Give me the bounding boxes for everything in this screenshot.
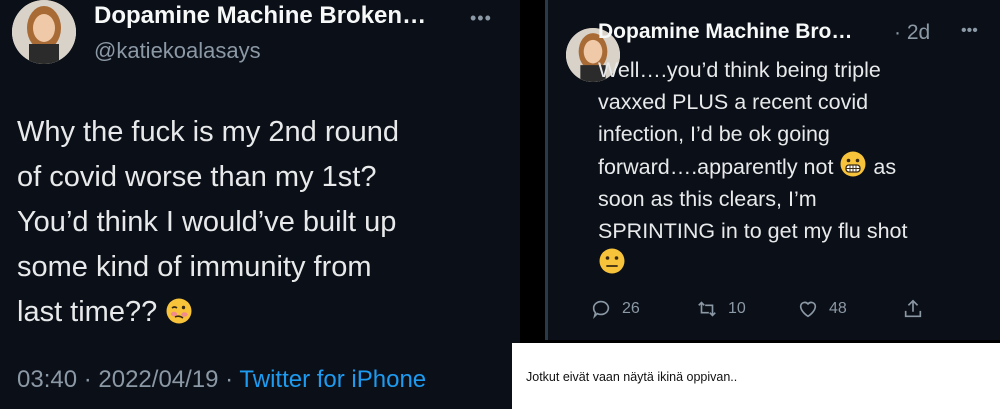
share-button[interactable] — [902, 298, 924, 320]
reply-text-line-with-emoji: forward….apparently not as — [598, 150, 978, 183]
retweet-button[interactable]: 10 — [696, 298, 746, 320]
share-icon — [904, 299, 922, 318]
timestamp[interactable]: 03:40 · 2022/04/19 · — [17, 366, 233, 393]
more-horizontal-icon[interactable]: ••• — [470, 8, 492, 29]
author-avatar[interactable] — [12, 0, 76, 64]
author-handle[interactable]: @katiekoalasays — [94, 38, 261, 64]
tweet-text: Why the fuck is my 2nd round of covid wo… — [17, 110, 507, 335]
tweet-text-line: last time?? — [17, 296, 158, 328]
tweet-text-line-last: last time?? — [17, 290, 507, 335]
retweet-count: 10 — [728, 300, 746, 317]
tweet-meta: 03:40 · 2022/04/19 · Twitter for iPhone — [17, 366, 426, 394]
caption-box: Jotkut eivät vaan näytä ikinä oppivan.. — [512, 343, 1000, 409]
like-button[interactable]: 48 — [797, 298, 847, 320]
grimacing-face-emoji — [839, 150, 867, 178]
neutral-face-emoji — [598, 247, 626, 275]
reply-icon — [592, 300, 610, 320]
reply-count: 26 — [622, 300, 640, 317]
panel-divider — [520, 0, 548, 340]
reply-button[interactable]: 26 — [590, 298, 640, 320]
source-link[interactable]: Twitter for iPhone — [239, 366, 426, 393]
reply-text-word: as — [873, 155, 897, 179]
woozy-face-emoji — [165, 294, 193, 324]
more-horizontal-icon[interactable]: ••• — [961, 22, 978, 40]
retweet-icon — [698, 301, 716, 317]
like-count: 48 — [829, 300, 847, 317]
reply-text: Well….you’d think being triple vaxxed PL… — [598, 54, 978, 280]
reply-emoji-line — [598, 247, 978, 280]
reply-tweet: Dopamine Machine Bro… · 2d ••• Well….you… — [548, 0, 1000, 340]
caption-text: Jotkut eivät vaan näytä ikinä oppivan.. — [526, 370, 738, 384]
like-icon — [799, 301, 817, 318]
reply-text-line: Well….you’d think being triple — [598, 58, 881, 82]
main-tweet: Dopamine Machine Broken… @katiekoalasays… — [0, 0, 520, 409]
reply-text-line: SPRINTING in to get my flu shot — [598, 219, 908, 243]
tweet-text-line: You’d think I would’ve built up — [17, 206, 397, 238]
reply-text-line: vaxxed PLUS a recent covid — [598, 90, 869, 114]
reply-text-line: forward….apparently not — [598, 155, 834, 179]
tweet-text-line: some kind of immunity from — [17, 251, 372, 283]
reply-text-line: infection, I’d be ok going — [598, 122, 830, 146]
reply-time[interactable]: · 2d — [894, 21, 930, 45]
tweet-text-line: Why the fuck is my 2nd round — [17, 116, 399, 148]
reply-text-line: soon as this clears, I’m — [598, 187, 817, 211]
author-display-name[interactable]: Dopamine Machine Broken… — [94, 2, 426, 30]
reply-display-name[interactable]: Dopamine Machine Bro… — [598, 20, 852, 44]
tweet-text-line: of covid worse than my 1st? — [17, 161, 377, 193]
tweet-actions: 26 10 48 — [590, 298, 970, 326]
